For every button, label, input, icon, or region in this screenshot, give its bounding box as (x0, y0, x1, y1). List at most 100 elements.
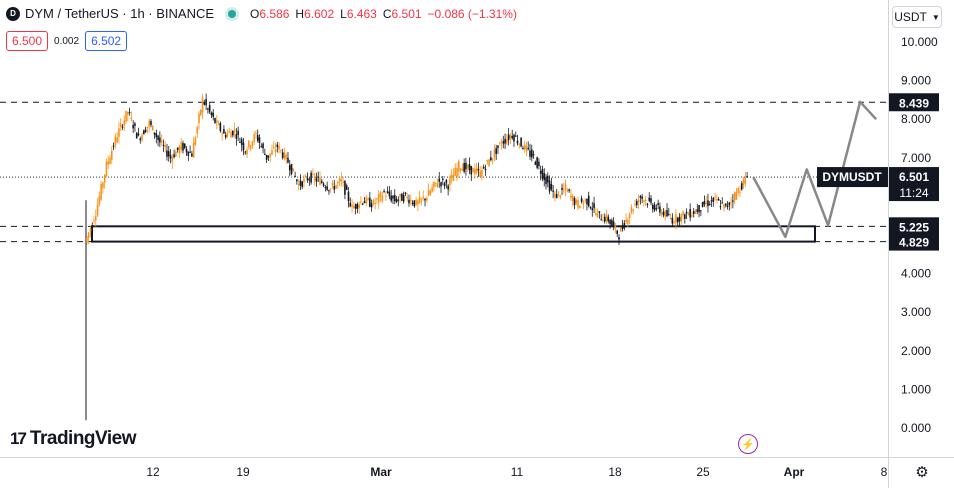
candle-body (356, 203, 359, 209)
candle-body (232, 130, 234, 136)
candle-body (385, 195, 387, 197)
chart-root[interactable]: 10.000 9.000 8.000 7.000 4.000 3.000 2.000 1.00… (0, 0, 954, 488)
x-tick-label: 8 (881, 465, 888, 479)
candle-body (178, 146, 181, 154)
candle-body (219, 123, 222, 131)
candle-body (600, 219, 602, 221)
candle-body (381, 195, 384, 201)
candle-body (317, 176, 320, 178)
candle-body (272, 147, 275, 149)
candle-body (498, 142, 501, 144)
candle-body (438, 178, 441, 182)
candle-body (450, 174, 453, 179)
candle-body (477, 168, 480, 171)
candle-body (415, 199, 417, 206)
candle-body (443, 183, 446, 187)
candle-body (386, 191, 389, 193)
candle-body (595, 213, 597, 216)
candle-body (326, 186, 328, 190)
candle-body (424, 198, 426, 201)
candle-body (397, 199, 400, 201)
candle-body (643, 200, 645, 202)
y-tick-label: 3.000 (901, 305, 931, 319)
symbol-title[interactable]: DYM / TetherUS · 1h · BINANCE (25, 6, 214, 21)
candle-body (296, 179, 298, 182)
candle-body (554, 193, 556, 198)
candle-body (269, 153, 271, 157)
lightning-icon[interactable]: ⚡ (738, 434, 758, 454)
currency-selector[interactable]: USDT ▼ (892, 6, 942, 28)
candle-body (538, 161, 540, 166)
trade-panel: 6.500 0.002 6.502 (6, 31, 128, 51)
candle-body (157, 135, 159, 140)
candle-body (507, 134, 510, 141)
candle-body (265, 154, 268, 160)
candle-body (406, 196, 409, 199)
candle-body (518, 143, 521, 146)
buy-price-button[interactable]: 6.502 (85, 31, 128, 51)
candle-body (183, 143, 186, 149)
candle-body (119, 123, 122, 127)
candle-body (740, 183, 743, 190)
candle-body (294, 175, 296, 177)
candle-body (221, 133, 223, 135)
candle-body (474, 168, 476, 174)
candle-body (376, 198, 378, 200)
gear-icon[interactable]: ⚙ (913, 463, 931, 481)
x-tick-label: Mar (370, 465, 392, 479)
candle-body (251, 141, 254, 147)
candle-body (196, 126, 199, 134)
candle-body (545, 177, 547, 185)
candle-body (454, 167, 457, 176)
candle-body (264, 153, 266, 155)
candle-body (199, 109, 202, 115)
tradingview-logo[interactable]: 17 TradingView (10, 428, 137, 450)
candle-body (618, 237, 620, 240)
sell-price-button[interactable]: 6.500 (6, 31, 49, 51)
candle-body (627, 219, 629, 224)
candle-body (662, 211, 665, 216)
ohlc-item: C6.501 (383, 7, 422, 21)
candle-body (205, 99, 207, 106)
candle-body (360, 201, 362, 203)
y-tick-label: 8.000 (901, 112, 931, 126)
tradingview-mark-icon: 17 (10, 429, 27, 448)
candle-body (463, 163, 465, 172)
candle-body (328, 190, 330, 192)
candle-body (619, 228, 622, 232)
candle-body (215, 120, 218, 123)
candle-body (404, 192, 407, 194)
candle-body (365, 197, 368, 204)
ohlc-item: L6.463 (340, 7, 377, 21)
x-tick-label: 18 (608, 465, 622, 479)
candle-body (625, 219, 627, 222)
candle-body (659, 206, 661, 213)
candle-body (228, 131, 231, 133)
candle-body (217, 123, 220, 125)
price-chart[interactable]: 10.000 9.000 8.000 7.000 4.000 3.000 2.000 1.00… (0, 0, 954, 488)
candle-body (668, 213, 670, 215)
candle-body (198, 113, 200, 124)
candle-body (723, 203, 725, 209)
candle-body (185, 148, 188, 153)
candle-body (691, 215, 693, 217)
candle-body (484, 168, 487, 171)
candle-body (646, 203, 649, 205)
candle-body (529, 150, 531, 157)
candle-body (146, 126, 149, 129)
candle-body (388, 191, 391, 197)
candle-body (630, 207, 633, 213)
candle-body (107, 161, 110, 165)
candle-body (329, 188, 332, 190)
candle-body (127, 112, 129, 115)
candle-body (242, 142, 245, 151)
candle-body (470, 166, 473, 175)
candle-body (564, 184, 567, 190)
candle-body (561, 187, 563, 190)
candle-body (675, 214, 677, 223)
candle-body (395, 199, 398, 202)
candle-body (105, 161, 108, 176)
candle-body (322, 183, 325, 186)
candle-body (392, 195, 394, 199)
candle-body (137, 133, 140, 136)
